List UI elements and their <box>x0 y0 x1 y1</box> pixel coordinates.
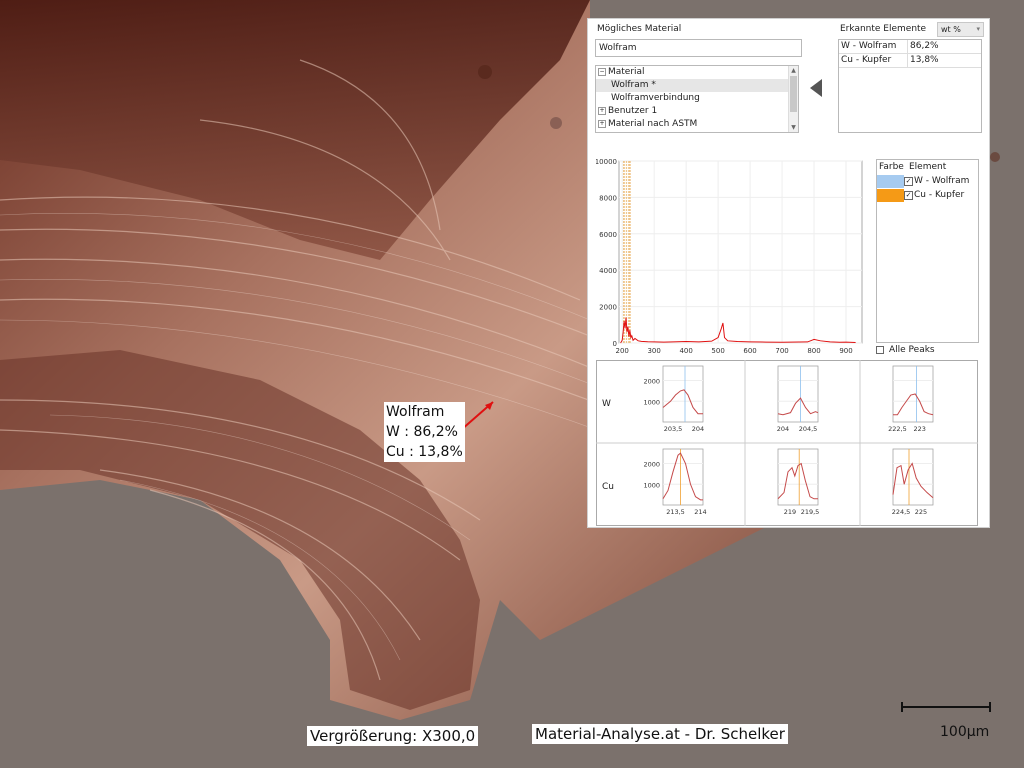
y-tick-label: 2000 <box>599 304 617 312</box>
tree-item[interactable]: Wolframverbindung <box>596 92 798 105</box>
scroll-up-icon[interactable]: ▲ <box>789 66 798 75</box>
expand-icon: + <box>598 120 606 128</box>
peak-x-tick: 223 <box>913 425 925 433</box>
tree-item-label: Benutzer 1 <box>608 106 658 116</box>
material-tree-rows: − Material Wolfram * Wolframverbindung + Benu… <box>596 66 798 131</box>
element-name: Cu - Kupfer <box>839 54 908 67</box>
elements-table: W - Wolfram 86,2% Cu - Kupfer 13,8% <box>838 39 982 133</box>
legend-swatch <box>877 174 904 188</box>
tree-scrollbar[interactable]: ▲ ▼ <box>788 66 798 132</box>
legend-row: ✓ Cu - Kupfer <box>877 188 978 202</box>
tree-item[interactable]: Wolfram * <box>596 79 798 92</box>
collapse-icon: − <box>598 68 606 76</box>
triangle-left-icon[interactable] <box>810 79 822 97</box>
tree-item-label: Wolframverbindung <box>611 93 700 103</box>
scale-bar <box>901 702 991 712</box>
peak-plot <box>892 365 934 423</box>
spectrum-chart: 0200040006000800010000200 300 400 500 600 700… <box>596 159 863 355</box>
tree-item-label: Material <box>608 67 645 77</box>
row-label: W <box>602 399 611 409</box>
x-tick-label: 700 <box>775 347 788 355</box>
peak-x-tick: 204,5 <box>799 425 818 433</box>
x-tick-label: 500 <box>711 347 724 355</box>
element-row: W - Wolfram 86,2% <box>839 40 981 54</box>
annotation-cu: Cu : 13,8% <box>386 444 463 460</box>
y-tick-label: 6000 <box>599 231 617 239</box>
peak-x-tick: 204 <box>777 425 789 433</box>
legend-element-name: W - Wolfram <box>914 176 970 186</box>
tree-item[interactable]: − Material <box>596 66 798 79</box>
magnification-label: Vergrößerung: X300,0 <box>307 726 479 746</box>
material-field[interactable]: Wolfram <box>595 39 802 57</box>
material-heading: Mögliches Material <box>597 24 682 34</box>
checkbox-icon[interactable] <box>876 346 884 354</box>
peak-plot <box>892 448 934 506</box>
scroll-thumb[interactable] <box>790 76 797 112</box>
annotation-title: Wolfram <box>386 404 445 420</box>
peak-x-tick: 203,5 <box>664 425 683 433</box>
annotation-w: W : 86,2% <box>386 424 458 440</box>
checkbox-checked-icon[interactable]: ✓ <box>904 176 913 186</box>
y-tick-label: 4000 <box>599 267 617 275</box>
scale-label: 100µm <box>940 724 990 740</box>
y-tick-label: 10000 <box>596 159 617 166</box>
tree-item[interactable]: + Benutzer 1 <box>596 105 798 118</box>
legend-header: Farbe Element <box>877 160 978 174</box>
tree-item-label: Material nach ASTM <box>608 119 698 129</box>
legend-swatch <box>877 188 904 202</box>
unit-select[interactable]: wt % ▾ <box>937 22 984 37</box>
peak-x-tick: 213,5 <box>666 508 685 516</box>
legend-element-name: Cu - Kupfer <box>914 190 965 200</box>
x-tick-label: 200 <box>616 347 629 355</box>
elements-heading: Erkannte Elemente <box>840 24 927 34</box>
credit-label: Material-Analyse.at - Dr. Schelker <box>532 724 788 744</box>
x-tick-label: 400 <box>679 347 692 355</box>
peak-x-tick: 214 <box>694 508 706 516</box>
elements-table-rows: W - Wolfram 86,2% Cu - Kupfer 13,8% <box>839 40 981 68</box>
peak-detail-grid: W Cu 1000 2000 203,5 204 204 204,5 222,5 223 1000 2… <box>596 360 978 526</box>
peak-x-tick: 204 <box>692 425 704 433</box>
all-peaks-toggle[interactable]: Alle Peaks <box>876 345 935 355</box>
peak-x-tick: 225 <box>915 508 927 516</box>
element-name: W - Wolfram <box>839 40 908 53</box>
peak-y-tick: 2000 <box>643 378 660 386</box>
material-tree[interactable]: − Material Wolfram * Wolframverbindung + Benu… <box>595 65 799 133</box>
peak-x-tick: 219 <box>784 508 796 516</box>
scroll-down-icon[interactable]: ▼ <box>789 123 798 132</box>
legend-rows: ✓ W - Wolfram ✓ Cu - Kupfer <box>877 174 978 202</box>
row-label: Cu <box>602 482 614 492</box>
x-tick-label: 600 <box>743 347 756 355</box>
peak-y-tick: 1000 <box>643 481 660 489</box>
peak-x-tick: 222,5 <box>888 425 907 433</box>
peak-plot <box>777 448 819 506</box>
element-value: 86,2% <box>910 41 939 51</box>
legend-row: ✓ W - Wolfram <box>877 174 978 188</box>
element-legend: Farbe Element ✓ W - Wolfram ✓ Cu - Kupfer <box>876 159 979 343</box>
element-row: Cu - Kupfer 13,8% <box>839 54 981 68</box>
legend-col-element: Element <box>909 162 947 172</box>
chevron-down-icon: ▾ <box>976 25 980 33</box>
expand-icon: + <box>598 107 606 115</box>
peak-y-tick: 2000 <box>643 461 660 469</box>
legend-col-color: Farbe <box>879 162 904 172</box>
peak-y-tick: 1000 <box>643 398 660 406</box>
peak-x-tick: 224,5 <box>892 508 911 516</box>
peak-plot <box>662 365 704 423</box>
element-value: 13,8% <box>910 55 939 65</box>
analysis-panel: Mögliches Material Wolfram − Material Wolf… <box>587 18 990 528</box>
x-tick-label: 300 <box>647 347 660 355</box>
peak-x-tick: 219,5 <box>801 508 820 516</box>
tree-item-label: Wolfram * <box>611 80 656 90</box>
x-tick-label: 800 <box>807 347 820 355</box>
x-tick-label: 900 <box>839 347 852 355</box>
tree-item[interactable]: + Material nach ASTM <box>596 118 798 131</box>
unit-value: wt % <box>941 25 961 34</box>
plot-area <box>618 160 863 344</box>
all-peaks-label: Alle Peaks <box>889 345 935 355</box>
y-tick-label: 8000 <box>599 194 617 202</box>
annotation-box: Wolfram W : 86,2% Cu : 13,8% <box>384 402 465 462</box>
checkbox-checked-icon[interactable]: ✓ <box>904 190 913 200</box>
